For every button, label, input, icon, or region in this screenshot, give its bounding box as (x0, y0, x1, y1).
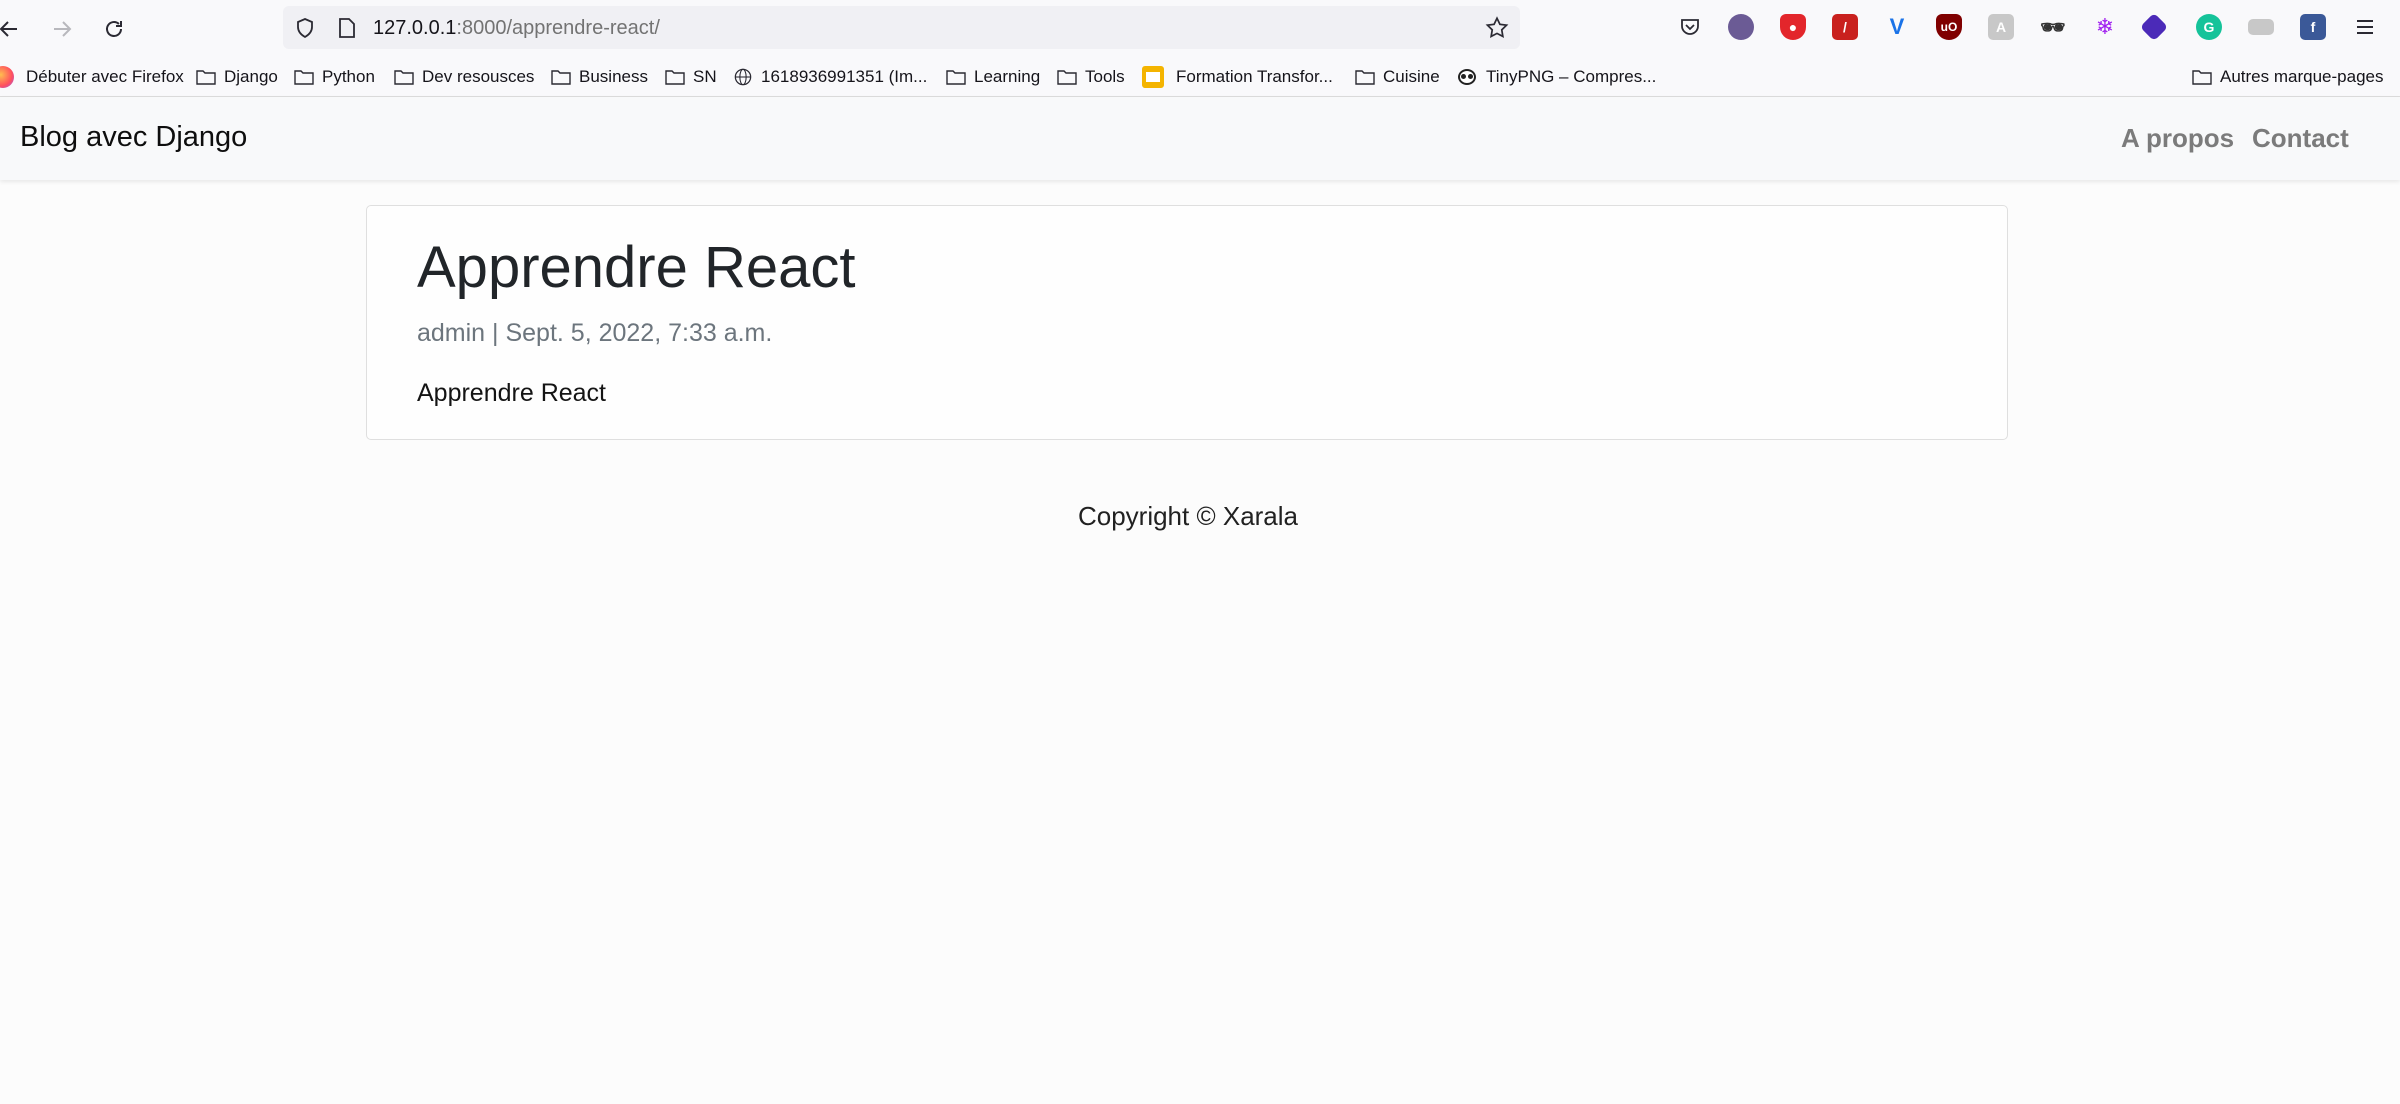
site-brand[interactable]: Blog avec Django (20, 119, 247, 155)
bookmark-label: Python (322, 67, 375, 86)
menu-icon[interactable] (2352, 14, 2378, 40)
bookmark-folder[interactable]: Business (551, 58, 648, 96)
facebook-icon[interactable]: f (2300, 14, 2326, 40)
reload-icon (106, 21, 122, 37)
bookmark-label: Tools (1085, 67, 1125, 86)
slides-icon (1142, 66, 1164, 88)
bookmark-folder[interactable]: Learning (946, 58, 1040, 96)
page-icon[interactable] (337, 17, 357, 39)
bookmark-folder[interactable]: Django (196, 58, 278, 96)
snowflake-icon[interactable]: ❄ (2092, 14, 2118, 40)
bookmark-label: SN (693, 67, 717, 86)
bookmark-label: Dev resousces (422, 67, 535, 86)
bookmark-item[interactable]: Formation Transfor... (1142, 58, 1333, 96)
folder-icon (1057, 70, 1077, 85)
lock-shield-icon[interactable]: ● (1780, 14, 1806, 40)
arrow-left-icon (0, 21, 17, 37)
grammarly-icon[interactable]: G (2196, 14, 2222, 40)
globe-icon (734, 68, 752, 86)
back-button[interactable] (0, 12, 26, 46)
post-card: Apprendre React admin | Sept. 5, 2022, 7… (366, 205, 2008, 440)
folder-icon (196, 70, 216, 85)
bookmark-label: 1618936991351 (Im... (761, 67, 928, 86)
nav-link-contact[interactable]: Contact (2252, 121, 2349, 155)
bookmark-folder[interactable]: Tools (1057, 58, 1125, 96)
bookmark-label: TinyPNG – Compres... (1486, 67, 1657, 86)
bookmark-label: Autres marque-pages (2220, 67, 2384, 86)
folder-icon (946, 70, 966, 85)
cube-icon[interactable] (2139, 12, 2169, 42)
footer-copyright: Copyright © Xarala (1077, 501, 1299, 531)
arrow-right-icon (54, 21, 72, 37)
panda-icon (1456, 66, 1478, 88)
bookmark-folder[interactable]: Dev resousces (394, 58, 534, 96)
forward-button[interactable] (45, 12, 79, 46)
bookmark-item[interactable]: TinyPNG – Compres... (1456, 58, 1656, 96)
url-host: 127.0.0.1 (373, 17, 457, 39)
bookmark-folder[interactable]: SN (665, 58, 717, 96)
profile-avatar-icon[interactable] (1728, 14, 1754, 40)
reload-button[interactable] (97, 12, 131, 46)
bookmark-label: Django (224, 67, 278, 86)
bookmark-label: Cuisine (1383, 67, 1440, 86)
shield-icon[interactable] (293, 16, 317, 40)
folder-icon (2192, 70, 2212, 85)
bookmark-label: Learning (974, 67, 1041, 86)
url-text[interactable]: 127.0.0.1:8000/apprendre-react/ (373, 17, 660, 39)
pdf-tool-icon[interactable]: / (1832, 14, 1858, 40)
bookmark-label: Débuter avec Firefox (26, 67, 184, 86)
url-path: :8000/apprendre-react/ (456, 17, 660, 39)
url-bar[interactable]: 127.0.0.1:8000/apprendre-react/ (283, 6, 1520, 49)
sunglasses-icon[interactable]: 🕶 (2040, 14, 2066, 40)
browser-toolbar: 127.0.0.1:8000/apprendre-react/ ● / V uO… (0, 0, 2400, 58)
bookmark-item[interactable]: 1618936991351 (Im... (733, 58, 927, 96)
bookmark-star-icon[interactable] (1484, 15, 1510, 41)
folder-icon (394, 70, 414, 85)
keyboard-icon[interactable] (2248, 19, 2274, 35)
bookmark-item[interactable]: Débuter avec Firefox (0, 58, 184, 96)
v-extension-icon[interactable]: V (1884, 14, 1910, 40)
post-meta: admin | Sept. 5, 2022, 7:33 a.m. (417, 319, 773, 347)
folder-icon (551, 70, 571, 85)
bookmark-label: Formation Transfor... (1176, 67, 1333, 86)
bookmark-folder[interactable]: Python (294, 58, 375, 96)
nav-link-about[interactable]: A propos (2121, 121, 2234, 155)
post-title: Apprendre React (417, 235, 856, 300)
site-navbar: Blog avec Django A propos Contact (0, 97, 2400, 180)
other-bookmarks-folder[interactable]: Autres marque-pages (2192, 58, 2383, 96)
folder-icon (294, 70, 314, 85)
bookmark-folder[interactable]: Cuisine (1355, 58, 1440, 96)
bookmark-label: Business (579, 67, 648, 86)
ublock-icon[interactable]: uO (1936, 14, 1962, 40)
folder-icon (1355, 70, 1375, 85)
firefox-icon (0, 66, 14, 88)
folder-icon (665, 70, 685, 85)
translate-icon[interactable]: A (1988, 14, 2014, 40)
pocket-icon[interactable] (1677, 14, 1703, 40)
bookmarks-bar: Débuter avec Firefox Django Python Dev r… (0, 58, 2400, 97)
post-body: Apprendre React (417, 379, 607, 407)
